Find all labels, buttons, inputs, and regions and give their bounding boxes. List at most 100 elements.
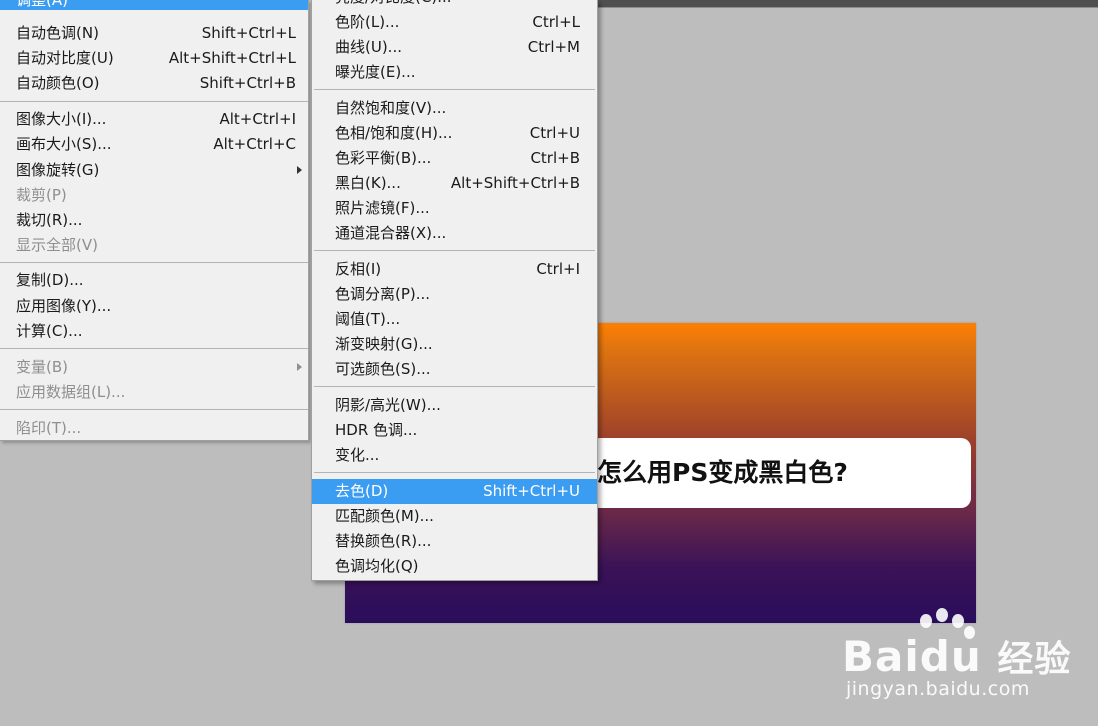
menu-item-image-rotation[interactable]: 图像旋转(G) — [0, 158, 308, 183]
menu-item-label: 陷印(T)... — [16, 419, 82, 437]
menu-item-label: 变化... — [335, 446, 380, 464]
menu-separator — [0, 262, 308, 263]
menu-separator — [0, 348, 308, 349]
menu-item-label: 照片滤镜(F)... — [335, 199, 430, 217]
menu-item-label: 色阶(L)... — [335, 13, 400, 31]
image-menu: 调整(A) 自动色调(N) Shift+Ctrl+L 自动对比度(U) Alt+… — [0, 0, 309, 441]
watermark-brand: Baidu 经验 — [842, 630, 1071, 682]
menu-item-levels[interactable]: 色阶(L)... Ctrl+L — [312, 10, 597, 35]
menu-separator — [314, 472, 595, 473]
menu-item-color-balance[interactable]: 色彩平衡(B)... Ctrl+B — [312, 146, 597, 171]
menu-item-black-white[interactable]: 黑白(K)... Alt+Shift+Ctrl+B — [312, 171, 597, 196]
menu-item-selective-color[interactable]: 可选颜色(S)... — [312, 357, 597, 382]
menu-item-label: 黑白(K)... — [335, 174, 401, 192]
menu-item-shortcut: Shift+Ctrl+L — [201, 24, 296, 42]
menu-item-label: 色相/饱和度(H)... — [335, 124, 453, 142]
menu-item-shortcut: Ctrl+B — [530, 149, 580, 167]
menu-item-curves[interactable]: 曲线(U)... Ctrl+M — [312, 35, 597, 60]
menu-item-label: 渐变映射(G)... — [335, 335, 433, 353]
menu-item-label: 应用数据组(L)... — [16, 383, 126, 401]
menu-item-brightness-contrast[interactable]: 亮度/对比度(C)... — [312, 0, 597, 10]
menu-item-apply-data-set[interactable]: 应用数据组(L)... — [0, 380, 308, 405]
menu-item-posterize[interactable]: 色调分离(P)... — [312, 282, 597, 307]
menu-item-shortcut: Alt+Ctrl+I — [219, 110, 296, 128]
menu-item-auto-tone[interactable]: 自动色调(N) Shift+Ctrl+L — [0, 21, 308, 46]
menu-item-crop[interactable]: 裁剪(P) — [0, 183, 308, 208]
menu-item-label: 色彩平衡(B)... — [335, 149, 432, 167]
menu-item-channel-mixer[interactable]: 通道混合器(X)... — [312, 221, 597, 246]
menu-item-shortcut: Ctrl+U — [529, 124, 580, 142]
menu-item-gradient-map[interactable]: 渐变映射(G)... — [312, 332, 597, 357]
menu-item-photo-filter[interactable]: 照片滤镜(F)... — [312, 196, 597, 221]
menu-item-label: 计算(C)... — [16, 322, 83, 340]
menu-item-replace-color[interactable]: 替换颜色(R)... — [312, 529, 597, 554]
menu-separator — [0, 101, 308, 102]
menu-item-shortcut: Alt+Shift+Ctrl+L — [168, 49, 296, 67]
menu-item-label: 图像大小(I)... — [16, 110, 107, 128]
menu-item-label: 阴影/高光(W)... — [335, 396, 441, 414]
menu-item-label: 匹配颜色(M)... — [335, 507, 434, 525]
menu-item-label: 反相(I) — [335, 260, 382, 278]
menu-item-label: 曝光度(E)... — [335, 63, 416, 81]
menu-item-trap[interactable]: 陷印(T)... — [0, 416, 308, 441]
menu-item-label: 图像旋转(G) — [16, 161, 100, 179]
canvas-title: 怎么用PS变成黑白色? — [597, 458, 848, 487]
menu-item-auto-contrast[interactable]: 自动对比度(U) Alt+Shift+Ctrl+L — [0, 46, 308, 71]
menu-item-invert[interactable]: 反相(I) Ctrl+I — [312, 257, 597, 282]
adjustments-submenu: 亮度/对比度(C)... 色阶(L)... Ctrl+L 曲线(U)... Ct… — [311, 0, 598, 581]
workspace-top-strip — [598, 0, 1098, 8]
menu-item-adjustments[interactable]: 调整(A) — [0, 0, 308, 10]
menu-item-label: 复制(D)... — [16, 271, 84, 289]
menu-separator — [314, 89, 595, 90]
menu-item-label: 变量(B) — [16, 358, 68, 376]
menu-item-canvas-size[interactable]: 画布大小(S)... Alt+Ctrl+C — [0, 132, 308, 157]
menu-item-label: 自然饱和度(V)... — [335, 99, 447, 117]
menu-item-label: 亮度/对比度(C)... — [335, 0, 452, 10]
menu-item-label: 色调分离(P)... — [335, 285, 431, 303]
menu-separator — [0, 409, 308, 410]
submenu-arrow-icon — [297, 166, 302, 174]
menu-item-match-color[interactable]: 匹配颜色(M)... — [312, 504, 597, 529]
menu-item-variables[interactable]: 变量(B) — [0, 355, 308, 380]
menu-item-equalize[interactable]: 色调均化(Q) — [312, 554, 597, 579]
watermark-brand-cn: 经验 — [997, 639, 1072, 680]
menu-item-label: 可选颜色(S)... — [335, 360, 431, 378]
menu-item-label: HDR 色调... — [335, 421, 418, 439]
menu-item-label: 色调均化(Q) — [335, 557, 419, 575]
menu-item-trim[interactable]: 裁切(R)... — [0, 208, 308, 233]
menu-item-shortcut: Shift+Ctrl+B — [199, 74, 296, 92]
menu-separator — [314, 250, 595, 251]
menu-item-hue-saturation[interactable]: 色相/饱和度(H)... Ctrl+U — [312, 121, 597, 146]
submenu-arrow-icon — [297, 363, 302, 371]
menu-item-label: 裁剪(P) — [16, 186, 67, 204]
menu-item-desaturate[interactable]: 去色(D) Shift+Ctrl+U — [312, 479, 597, 504]
menu-item-label: 自动色调(N) — [16, 24, 99, 42]
menu-item-vibrance[interactable]: 自然饱和度(V)... — [312, 96, 597, 121]
menu-item-shortcut: Ctrl+L — [532, 13, 580, 31]
menu-item-variations[interactable]: 变化... — [312, 443, 597, 468]
menu-item-label: 自动颜色(O) — [16, 74, 100, 92]
menu-item-label: 应用图像(Y)... — [16, 297, 112, 315]
menu-item-label: 阈值(T)... — [335, 310, 401, 328]
menu-item-label: 自动对比度(U) — [16, 49, 114, 67]
menu-item-threshold[interactable]: 阈值(T)... — [312, 307, 597, 332]
menu-item-exposure[interactable]: 曝光度(E)... — [312, 60, 597, 85]
menu-item-calculations[interactable]: 计算(C)... — [0, 319, 308, 344]
menu-item-hdr-toning[interactable]: HDR 色调... — [312, 418, 597, 443]
menu-item-label: 曲线(U)... — [335, 38, 402, 56]
menu-item-image-size[interactable]: 图像大小(I)... Alt+Ctrl+I — [0, 107, 308, 132]
menu-item-label: 显示全部(V) — [16, 236, 98, 254]
menu-item-apply-image[interactable]: 应用图像(Y)... — [0, 294, 308, 319]
menu-item-reveal-all[interactable]: 显示全部(V) — [0, 233, 308, 258]
menu-item-shortcut: Ctrl+M — [527, 38, 580, 56]
menu-item-shadows-highlights[interactable]: 阴影/高光(W)... — [312, 393, 597, 418]
menu-item-label: 替换颜色(R)... — [335, 532, 432, 550]
baidu-watermark: Baidu 经验 jingyan.baidu.com — [842, 608, 1070, 718]
menu-item-label: 裁切(R)... — [16, 211, 83, 229]
menu-item-label: 去色(D) — [335, 482, 389, 500]
menu-item-auto-color[interactable]: 自动颜色(O) Shift+Ctrl+B — [0, 71, 308, 96]
watermark-url: jingyan.baidu.com — [846, 678, 1030, 700]
menu-item-label: 画布大小(S)... — [16, 135, 112, 153]
menu-item-duplicate[interactable]: 复制(D)... — [0, 268, 308, 293]
menu-item-shortcut: Shift+Ctrl+U — [483, 482, 580, 500]
